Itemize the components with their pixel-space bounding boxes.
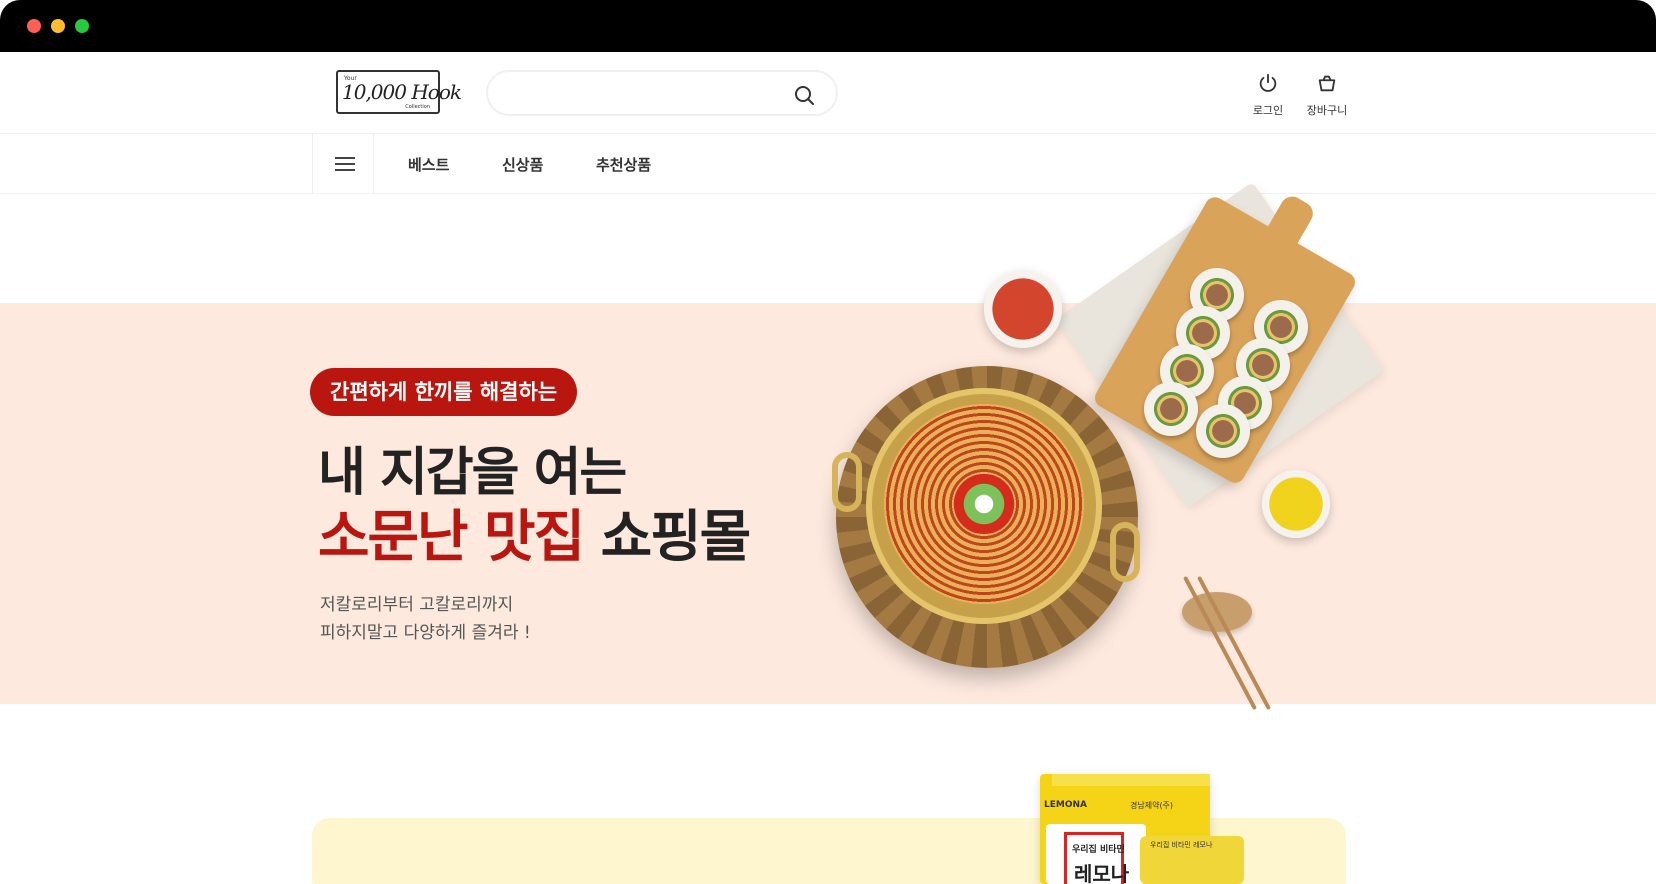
- hamburger-menu-icon[interactable]: [312, 134, 374, 194]
- basket-icon: [1318, 75, 1336, 92]
- hero-headline-highlight: 소문난 맛집: [318, 505, 585, 570]
- search-icon[interactable]: [792, 83, 816, 107]
- login-label: 로그인: [1252, 104, 1284, 117]
- site-logo[interactable]: Your 10,000 Hook Collection: [336, 70, 462, 114]
- logo-bottom-text: Collection: [405, 104, 430, 110]
- close-window-icon[interactable]: [27, 19, 41, 33]
- kimbap-piece-image: [1196, 404, 1250, 458]
- minimize-window-icon[interactable]: [51, 19, 65, 33]
- lemona-brand-text: LEMONA: [1044, 800, 1087, 810]
- browser-window: Your 10,000 Hook Collection 로그인 장바구니 베스트…: [0, 0, 1656, 884]
- kimbap-piece-image: [1144, 382, 1198, 436]
- window-titlebar: [0, 0, 1656, 52]
- nav-item-new[interactable]: 신상품: [502, 154, 543, 175]
- lemona-box-lid-image: [1052, 774, 1210, 786]
- nav-item-recommended[interactable]: 추천상품: [596, 154, 651, 175]
- hero-badge: 간편하게 한끼를 해결하는: [310, 368, 578, 416]
- kimchi-dish-image: [984, 270, 1062, 348]
- cart-label: 장바구니: [1306, 104, 1348, 117]
- lemona-house-title: 레모나: [1074, 862, 1130, 884]
- cart-button[interactable]: 장바구니: [1302, 72, 1352, 118]
- hero-subtext-line1: 저칼로리부터 고칼로리까지: [320, 595, 514, 615]
- power-icon: [1259, 73, 1277, 92]
- maximize-window-icon[interactable]: [75, 19, 89, 33]
- hero-subtext-line2: 피하지말고 다양하게 즐겨라 !: [320, 623, 531, 643]
- main-navigation: 베스트 신상품 추천상품: [0, 134, 1656, 194]
- lemona-blister-text: 우리집 비타민 레모나: [1150, 841, 1213, 849]
- pickled-radish-dish-image: [1262, 470, 1330, 538]
- ramen-toppings-image: [944, 474, 1024, 534]
- lemona-box-subtext: 경남제약(주): [1130, 801, 1174, 810]
- search-bar: [486, 70, 838, 116]
- pot-handle-right-image: [1110, 522, 1140, 582]
- lemona-house-subtext: 우리집 비타민: [1072, 845, 1125, 855]
- site-header: Your 10,000 Hook Collection 로그인 장바구니: [0, 52, 1656, 134]
- nav-item-best[interactable]: 베스트: [408, 154, 449, 175]
- logo-main-text: 10,000 Hook: [342, 80, 462, 104]
- pot-handle-left-image: [832, 452, 862, 512]
- hero-headline-line2: 소문난 맛집 쇼핑몰: [318, 492, 752, 573]
- hero-headline-rest: 쇼핑몰: [583, 505, 752, 570]
- hero-banner[interactable]: [0, 303, 1656, 704]
- search-input[interactable]: [506, 82, 776, 104]
- login-button[interactable]: 로그인: [1248, 72, 1288, 118]
